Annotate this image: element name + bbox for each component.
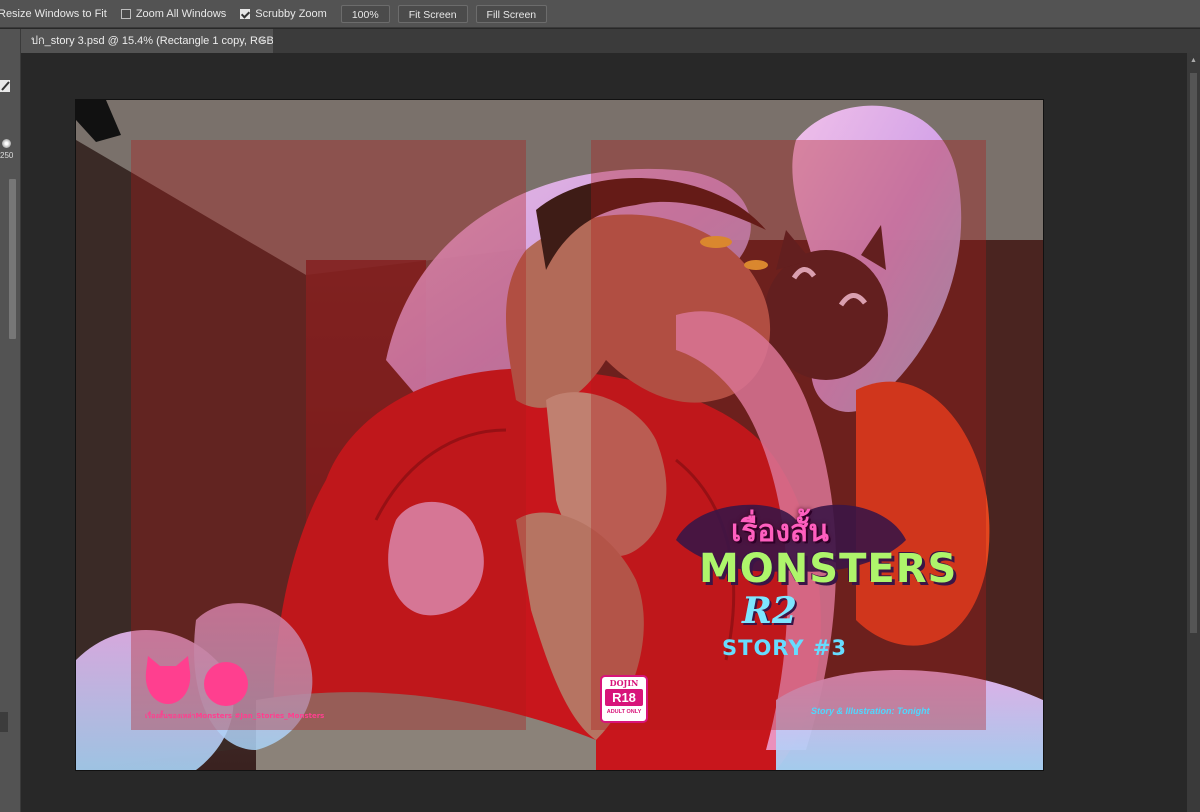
vertical-scrollbar-thumb[interactable] [1190,73,1197,633]
tools-scrollbar[interactable] [9,179,16,339]
zoom-all-windows-label: Zoom All Windows [135,7,227,20]
artwork-monsters-title: MONSTERS [699,546,958,592]
dojin-label: DOJIN [609,678,639,688]
fill-screen-button[interactable]: Fill Screen [475,4,548,23]
scrubby-zoom-option[interactable]: Scrubby Zoom [240,8,327,20]
vertical-scrollbar[interactable]: ▲ [1187,53,1200,812]
r18-label: R18 [612,690,636,705]
zoom-all-windows-checkbox[interactable] [120,8,131,19]
document-tab[interactable]: ปก_story 3.psd @ 15.4% (Rectangle 1 copy… [21,29,273,53]
rating-badge: DOJIN R18 ADULT ONLY [602,677,646,721]
brush-tool-icon[interactable] [0,79,12,93]
adult-only-label: ADULT ONLY [606,709,642,715]
tools-panel-handle[interactable] [0,712,8,732]
artwork-illustration [76,100,1043,770]
scrubby-zoom-label: Scrubby Zoom [255,7,327,20]
close-tab-icon[interactable]: × [259,29,265,53]
fit-screen-button[interactable]: Fit Screen [397,4,468,23]
resize-windows-label: Resize Windows to Fit [0,7,107,20]
scrubby-zoom-checkbox[interactable] [240,8,251,19]
resize-windows-option[interactable]: Resize Windows to Fit [0,8,107,20]
scroll-up-icon[interactable]: ▲ [1190,57,1197,64]
document-tab-title: ปก_story 3.psd @ 15.4% (Rectangle 1 copy… [31,35,273,47]
brush-size-value: 250 [0,151,14,160]
document-canvas[interactable]: เรื่องสั้น MONSTERS R2 STORY #3 Story & … [76,100,1043,770]
tools-panel: 250 [0,29,21,812]
artwork-credit: Story & Illustration: Tonight [811,706,930,716]
artwork-thai-footer: เรื่องสั้นของเหล่าMonsters #Jan_Stories_… [145,712,325,720]
r18-box: R18 [605,689,643,706]
brush-preset-icon[interactable] [2,139,11,148]
document-tab-bar: ปก_story 3.psd @ 15.4% (Rectangle 1 copy… [21,29,1200,53]
artwork-story-number: STORY #3 [722,636,848,660]
options-bar: Resize Windows to Fit Zoom All Windows S… [0,0,1200,28]
zoom-100-button[interactable]: 100% [340,4,390,23]
zoom-all-windows-option[interactable]: Zoom All Windows [120,7,227,20]
artwork-r2-title: R2 [742,590,797,632]
